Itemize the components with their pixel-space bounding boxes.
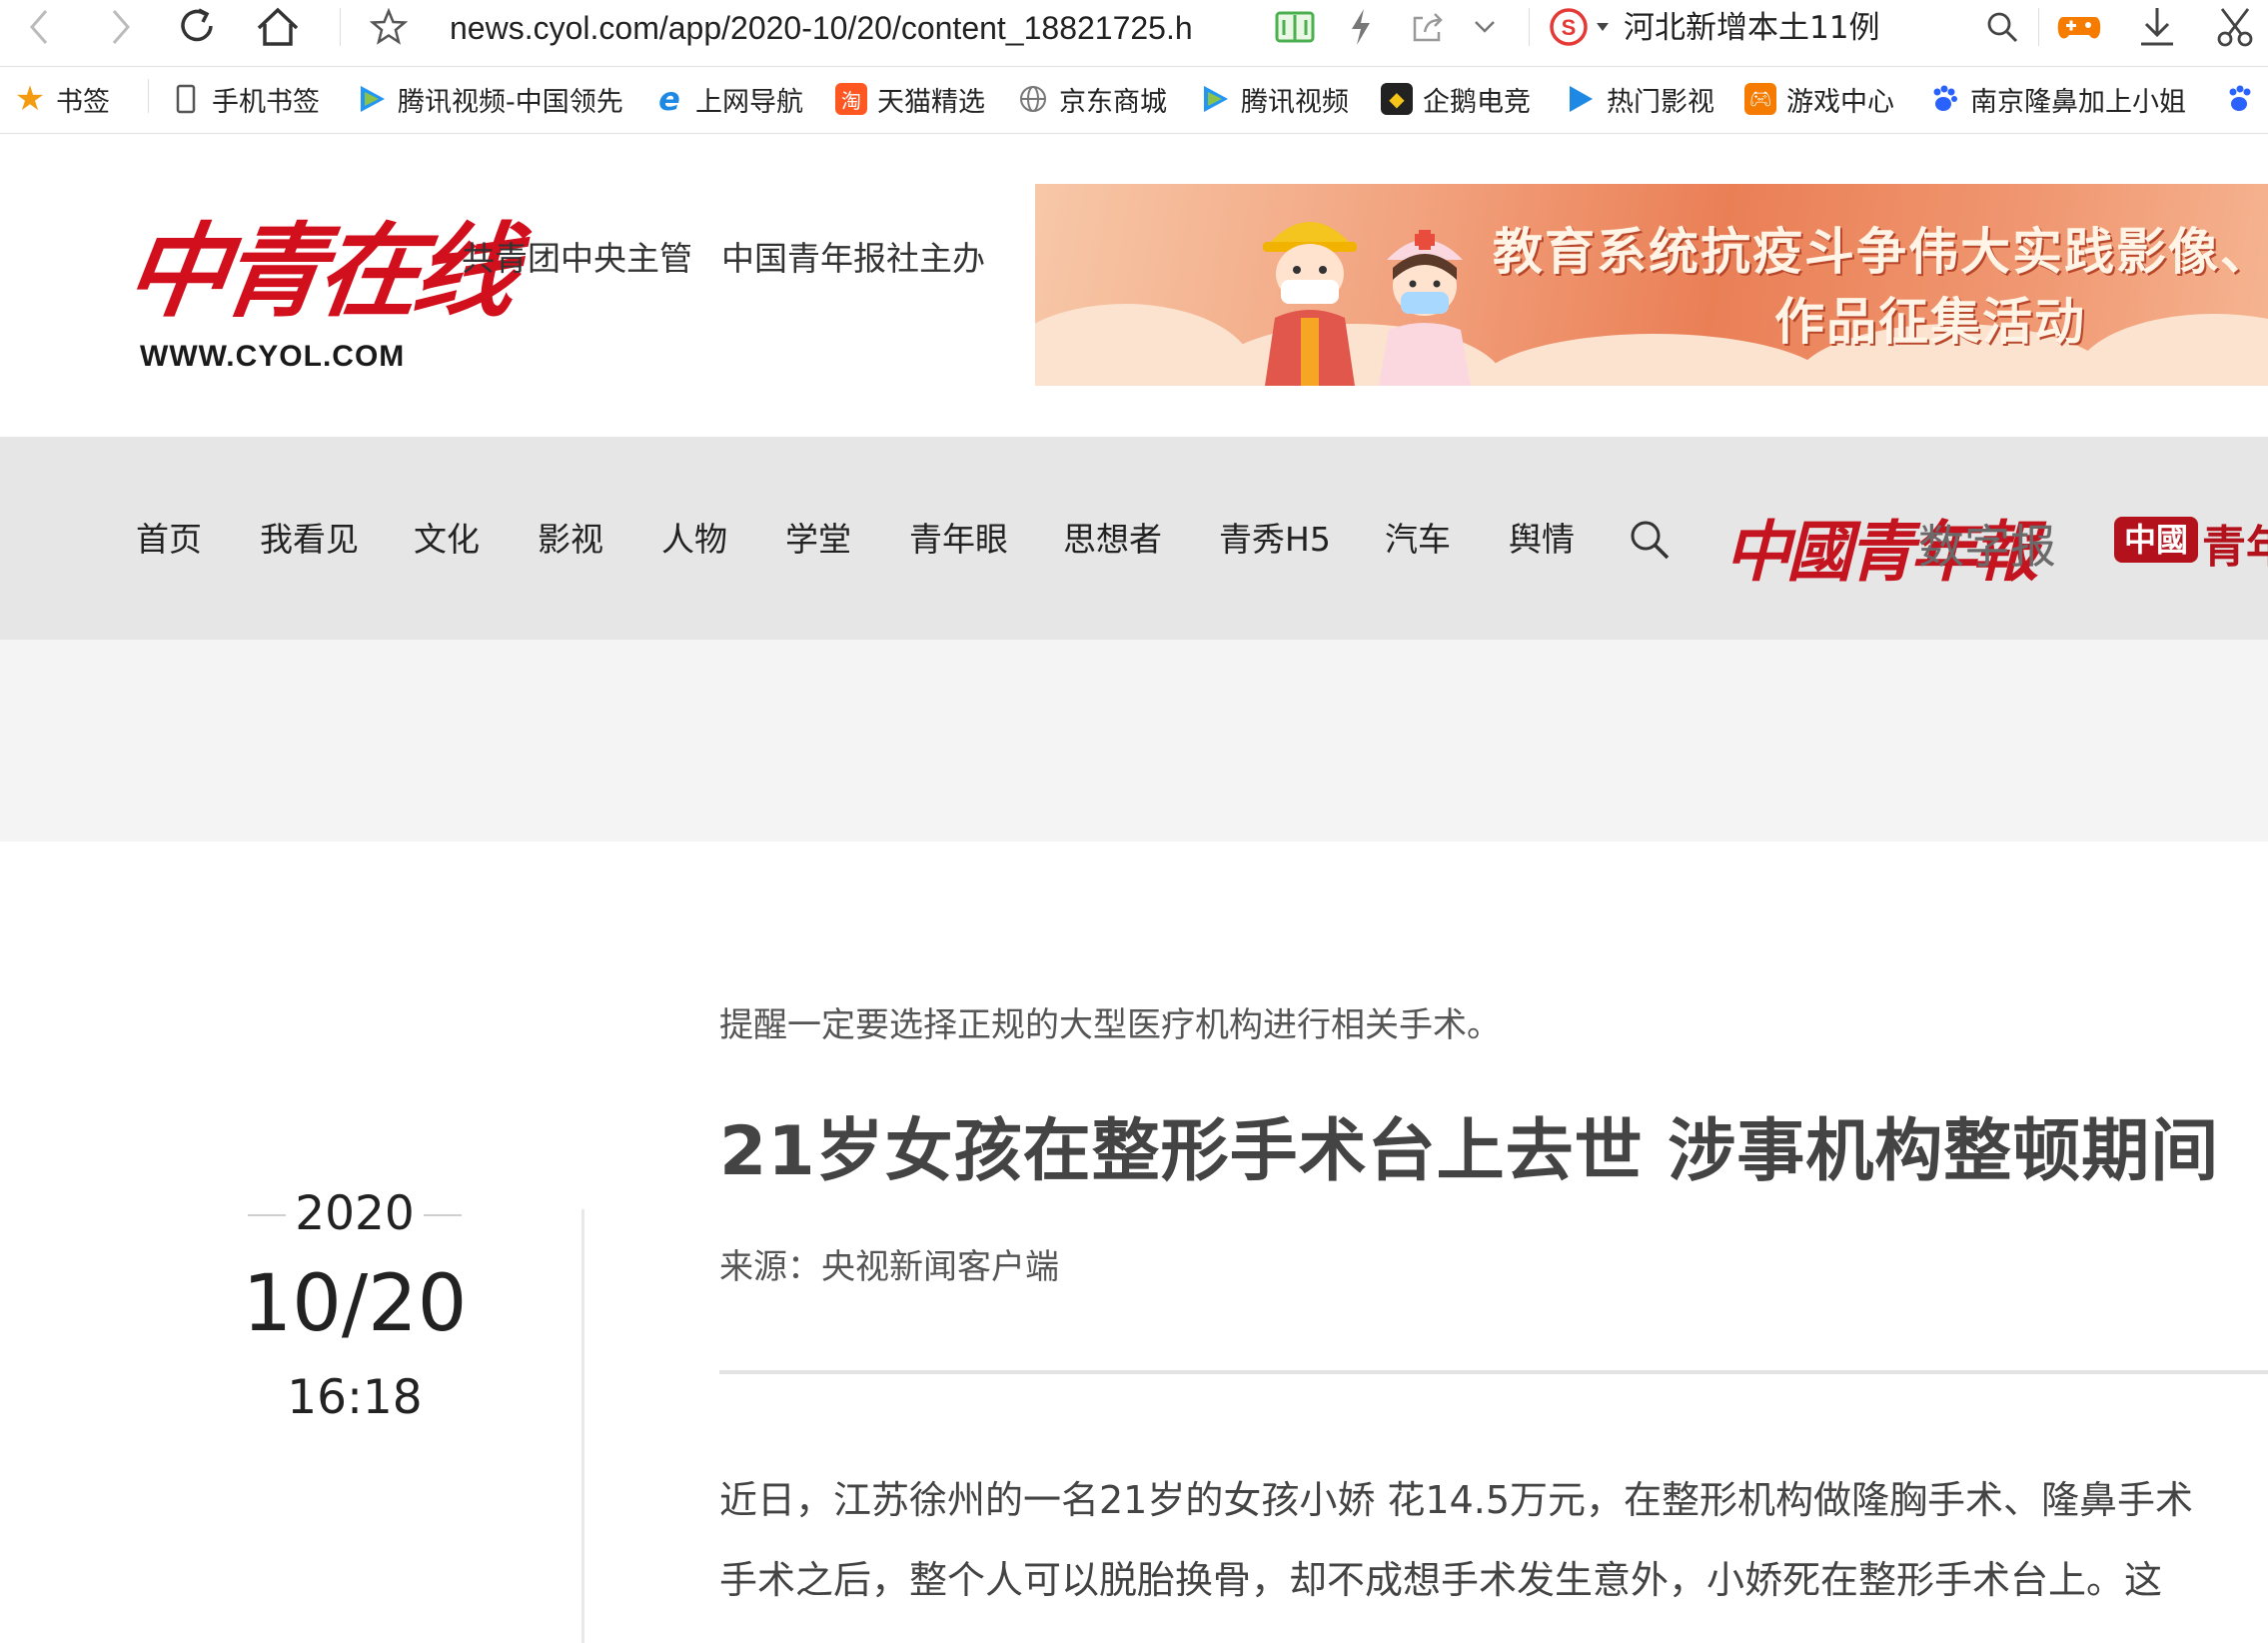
bookmark-label: 腾讯视频 [1241, 86, 1349, 118]
youth-badge[interactable]: 中國 [2114, 517, 2198, 563]
baidu-paw-icon [2224, 83, 2256, 115]
digital-paper-label[interactable]: 数字报 [1918, 511, 2056, 577]
banner-title: 教育系统抗疫斗争伟大实践影像、海报 [1493, 222, 2268, 281]
back-icon[interactable] [14, 0, 64, 54]
banner-cloud [2074, 314, 2268, 386]
bookmark-label: 热门影视 [1607, 86, 1714, 118]
publish-month-day: 10/20 [242, 1259, 468, 1349]
favorite-star-icon[interactable] [362, 0, 416, 54]
bookmark-item[interactable]: ★ 书签 [14, 77, 134, 121]
bookmark-item[interactable] [2224, 77, 2268, 121]
ad-banner[interactable]: 教育系统抗疫斗争伟大实践影像、海报 作品征集活动 [1035, 184, 2268, 386]
penguin-esports-icon: ◆ [1381, 83, 1413, 115]
article-paragraph: 手术之后，整个人可以脱胎换骨，却不成想手术发生意外，小娇死在整形手术台上。这 [719, 1558, 2163, 1602]
bookmarks-bar: ★ 书签 手机书签 腾讯视频-中国领先 e 上网导航 淘 天猫精选 京东商城 腾… [0, 67, 2268, 134]
bookmark-item[interactable]: 南京隆鼻加上小姐 [1928, 77, 2208, 121]
worker-figure-icon [1263, 222, 1357, 386]
share-icon[interactable] [1403, 0, 1453, 54]
bookmark-item[interactable]: e 上网导航 [653, 77, 823, 121]
publish-time: 16:18 [287, 1370, 423, 1425]
baidu-paw-icon [1928, 83, 1960, 115]
ie-icon: e [658, 80, 680, 118]
scissors-icon[interactable] [2210, 0, 2260, 54]
nav-item-school[interactable]: 学堂 [785, 515, 851, 565]
tencent-video-icon [1199, 83, 1231, 115]
youth-link-text[interactable]: 青年 [2202, 511, 2268, 575]
search-suggestion-text[interactable]: 河北新增本土11例 [1624, 6, 1879, 50]
bookmark-label: 书签 [56, 86, 110, 118]
bookmark-label: 京东商城 [1059, 86, 1167, 118]
star-icon: ★ [14, 79, 46, 119]
bookmark-item[interactable]: 热门影视 [1565, 77, 1734, 121]
bookmark-item[interactable]: 手机书签 [170, 77, 340, 121]
publish-date: 2020 10/20 16:18 [230, 1179, 480, 1433]
date-divider [581, 1209, 584, 1643]
svg-text:S: S [1562, 15, 1577, 40]
bookmark-item[interactable]: 腾讯视频-中国领先 [356, 77, 627, 121]
bookmark-item[interactable]: 淘 天猫精选 [835, 77, 1005, 121]
nav-item-auto[interactable]: 汽车 [1385, 515, 1451, 565]
sponsor-text-1: 共青团中央主管 [462, 239, 692, 278]
nurse-figure-icon [1379, 230, 1471, 386]
nav-item-culture[interactable]: 文化 [414, 515, 480, 565]
lightning-icon[interactable] [1339, 0, 1383, 54]
banner-subtitle: 作品征集活动 [1774, 292, 2086, 351]
forward-icon[interactable] [96, 0, 146, 54]
bookmark-label: 企鹅电竞 [1423, 86, 1531, 118]
download-icon[interactable] [2132, 0, 2182, 54]
bookmark-label: 游戏中心 [1786, 86, 1894, 118]
bookmark-item[interactable]: 京东商城 [1017, 77, 1187, 121]
play-icon [1565, 83, 1597, 115]
reload-icon[interactable] [170, 0, 226, 54]
nav-item-people[interactable]: 人物 [661, 515, 727, 565]
article-summary: 提醒一定要选择正规的大型医疗机构进行相关手术。 [719, 1005, 1501, 1045]
toolbar-separator [340, 8, 341, 46]
phone-icon [170, 83, 202, 115]
nav-item-h5[interactable]: 青秀H5 [1219, 515, 1331, 565]
address-bar[interactable]: news.cyol.com/app/2020-10/20/content_188… [450, 6, 1229, 50]
bookmark-label: 南京隆鼻加上小姐 [1970, 86, 2186, 118]
game-controller-icon[interactable] [2054, 0, 2104, 54]
browser-toolbar: news.cyol.com/app/2020-10/20/content_188… [0, 0, 2268, 67]
bookmark-separator [148, 79, 149, 113]
nav-search-icon[interactable] [1629, 519, 1671, 565]
toolbar-separator [2038, 8, 2039, 46]
nav-item-home[interactable]: 首页 [136, 515, 202, 565]
article-source: 来源：央视新闻客户端 [719, 1247, 1059, 1287]
globe-icon [1017, 83, 1049, 115]
sponsor-text-2: 中国青年报社主办 [721, 239, 985, 278]
toolbar-separator [1529, 8, 1530, 46]
engine-dropdown-icon[interactable] [1591, 0, 1615, 54]
chevron-down-icon[interactable] [1465, 0, 1505, 54]
nav-item-youth-eye[interactable]: 青年眼 [909, 515, 1008, 565]
bookmark-item[interactable]: 🎮︎ 游戏中心 [1744, 77, 1914, 121]
publish-year: 2020 [230, 1179, 480, 1249]
bookmark-label: 手机书签 [212, 86, 320, 118]
nav-item-opinion[interactable]: 舆情 [1509, 515, 1575, 565]
site-logo[interactable]: 中青在线 WWW.CYOL.COM [118, 190, 519, 390]
bookmark-item[interactable]: 腾讯视频 [1199, 77, 1369, 121]
nav-item-film-tv[interactable]: 影视 [538, 515, 603, 565]
bookmark-item[interactable]: ◆ 企鹅电竞 [1381, 77, 1551, 121]
tmall-icon: 淘 [835, 83, 867, 115]
gamepad-icon: 🎮︎ [1744, 83, 1776, 115]
article-headline: 21岁女孩在整形手术台上去世 涉事机构整顿期间 [719, 1112, 2220, 1191]
nav-item-i-see[interactable]: 我看见 [260, 515, 359, 565]
sogou-search-icon[interactable]: S [1547, 0, 1591, 54]
home-icon[interactable] [248, 0, 308, 54]
logo-url-text: WWW.CYOL.COM [140, 340, 406, 373]
nav-item-thinker[interactable]: 思想者 [1063, 515, 1162, 565]
ad-placeholder-band [0, 640, 2268, 841]
bookmark-label: 上网导航 [695, 86, 803, 118]
search-icon[interactable] [1978, 0, 2026, 54]
header-divider [719, 1370, 2268, 1374]
main-nav: 首页 我看见 文化 影视 人物 学堂 青年眼 思想者 青秀H5 汽车 舆情 中國… [0, 437, 2268, 640]
article-paragraph: 近日，江苏徐州的一名21岁的女孩小娇 花14.5万元，在整形机构做隆胸手术、隆鼻… [719, 1478, 2194, 1522]
reader-mode-icon[interactable] [1269, 0, 1321, 54]
tencent-video-icon [356, 83, 388, 115]
bookmark-label: 天猫精选 [877, 86, 985, 118]
bookmark-label: 腾讯视频-中国领先 [398, 86, 623, 118]
